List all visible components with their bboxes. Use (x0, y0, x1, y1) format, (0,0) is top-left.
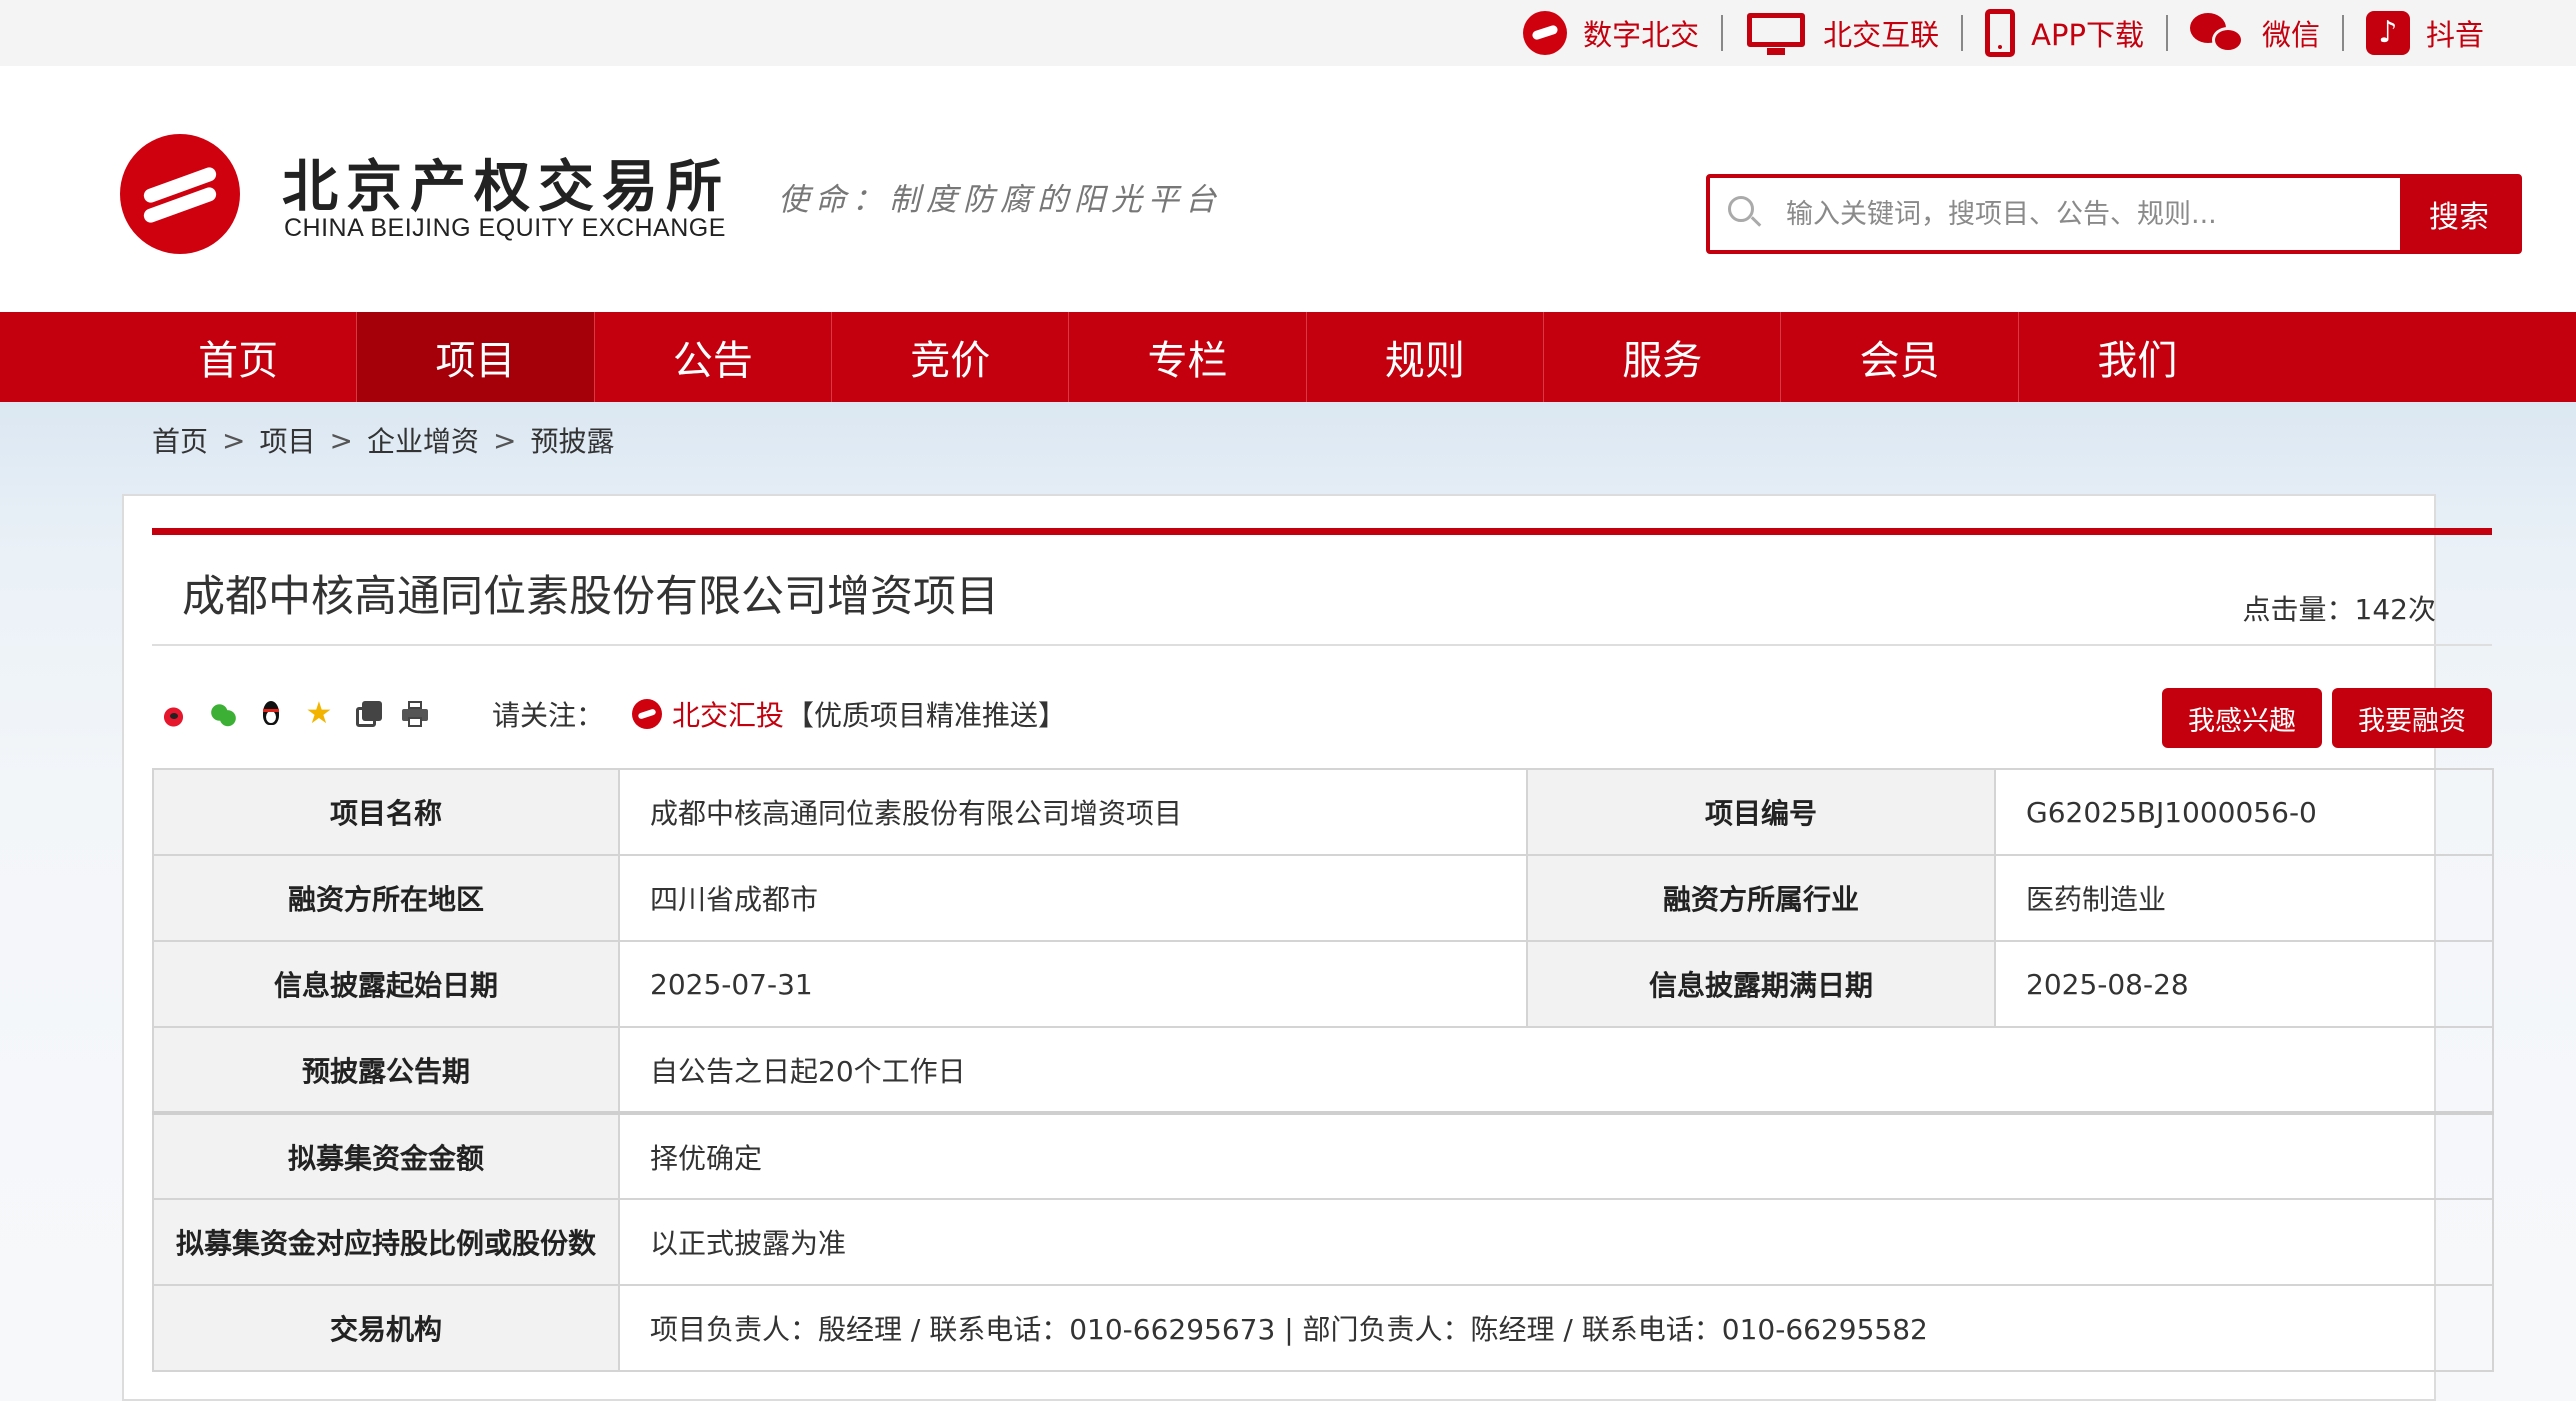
table-row: 信息披露起始日期 2025-07-31 信息披露期满日期 2025-08-28 (152, 940, 2494, 1028)
top-link-label: 数字北交 (1583, 18, 1700, 52)
industry-value: 医药制造业 (1994, 854, 2494, 942)
search-input-wrap (1710, 178, 2400, 250)
top-link-app-download[interactable]: APP下载 (1963, 9, 2166, 57)
table-row: 预披露公告期 自公告之日起20个工作日 (152, 1026, 2494, 1114)
top-link-douyin[interactable]: ♪ 抖音 (2344, 11, 2506, 55)
douyin-icon: ♪ (2365, 11, 2410, 55)
breadcrumb-separator: > (492, 423, 517, 457)
pre-disclosure-period-label: 预披露公告期 (152, 1026, 620, 1114)
table-row: 交易机构 项目负责人：殷经理 / 联系电话：010-66295673 | 部门负… (152, 1284, 2494, 1372)
slogan: 使命：制度防腐的阳光平台 (778, 182, 1222, 218)
print-icon[interactable] (400, 699, 430, 729)
fundraising-amount-value: 择优确定 (618, 1111, 2494, 1200)
top-link-wechat[interactable]: 微信 (2168, 11, 2342, 55)
shareholding-ratio-label: 拟募集资金对应持股比例或股份数 (152, 1198, 620, 1286)
search-button[interactable]: 搜索 (2400, 178, 2518, 250)
breadcrumb-separator: > (329, 423, 353, 457)
nav-item-rules[interactable]: 规则 (1307, 312, 1545, 402)
project-no-label: 项目编号 (1526, 768, 1996, 856)
top-link-cbex-connect[interactable]: 北交互联 (1723, 11, 1961, 55)
favorite-star-icon[interactable]: ★ (304, 699, 334, 729)
search-input[interactable] (1786, 192, 2386, 236)
pre-disclosure-period-value: 自公告之日起20个工作日 (618, 1026, 2494, 1114)
qq-icon[interactable] (256, 699, 286, 729)
top-link-label: 抖音 (2425, 18, 2484, 52)
top-link-label: APP下载 (2031, 18, 2144, 52)
wechat-icon[interactable] (208, 699, 238, 729)
disclosure-end-value: 2025-08-28 (1994, 940, 2494, 1028)
search-icon (1728, 196, 1762, 230)
top-links: 数字北交 北交互联 APP下载 微信 ♪ 抖音 (1501, 0, 2506, 66)
project-info-table: 项目名称 成都中核高通同位素股份有限公司增资项目 项目编号 G62025BJ10… (152, 768, 2494, 1372)
click-count: 点击量：142次 (2242, 593, 2436, 626)
breadcrumb-pre-disclosure: 预披露 (530, 425, 615, 458)
table-row: 拟募集资金对应持股比例或股份数 以正式披露为准 (152, 1198, 2494, 1286)
title-accent-bar (152, 528, 2492, 535)
disclosure-start-label: 信息披露起始日期 (152, 940, 620, 1028)
top-link-digital-cbex[interactable]: 数字北交 (1501, 11, 1721, 55)
disclosure-end-label: 信息披露期满日期 (1526, 940, 1996, 1028)
top-link-label: 北交互联 (1823, 18, 1940, 52)
breadcrumb: 首页 > 项目 > 企业增资 > 预披露 (152, 420, 614, 460)
main-nav: 首页 项目 公告 竞价 专栏 规则 服务 会员 我们 (0, 312, 2576, 402)
top-link-label: 微信 (2261, 18, 2320, 52)
nav-item-announcements[interactable]: 公告 (595, 312, 833, 402)
fundraising-amount-label: 拟募集资金金额 (152, 1111, 620, 1200)
table-row: 拟募集资金金额 择优确定 (152, 1111, 2494, 1200)
nav-item-columns[interactable]: 专栏 (1069, 312, 1307, 402)
industry-label: 融资方所属行业 (1526, 854, 1996, 942)
breadcrumb-separator: > (222, 423, 246, 457)
logo-english-name[interactable]: CHINA BEIJING EQUITY EXCHANGE (284, 214, 726, 243)
nav-item-services[interactable]: 服务 (1544, 312, 1782, 402)
monitor-icon (1745, 11, 1807, 55)
nav-item-bidding[interactable]: 竞价 (832, 312, 1070, 402)
region-label: 融资方所在地区 (152, 854, 620, 942)
cbex-logo-icon (1523, 11, 1568, 55)
shareholding-ratio-value: 以正式披露为准 (618, 1198, 2494, 1286)
interested-button[interactable]: 我感兴趣 (2162, 688, 2322, 748)
project-name-label: 项目名称 (152, 768, 620, 856)
nav-item-members[interactable]: 会员 (1781, 312, 2019, 402)
cbex-logo-icon (632, 699, 663, 729)
divider (152, 644, 2492, 646)
nav-item-home[interactable]: 首页 (120, 312, 358, 402)
follow-link-beijiao-huitou[interactable]: 北交汇投 (672, 694, 784, 734)
breadcrumb-projects[interactable]: 项目 (259, 420, 315, 460)
region-value: 四川省成都市 (618, 854, 1528, 942)
top-utility-bar: 数字北交 北交互联 APP下载 微信 ♪ 抖音 (0, 0, 2576, 66)
apply-financing-button[interactable]: 我要融资 (2332, 688, 2492, 748)
trading-agency-value: 项目负责人：殷经理 / 联系电话：010-66295673 | 部门负责人：陈经… (618, 1284, 2494, 1372)
site-header: 北京产权交易所 CHINA BEIJING EQUITY EXCHANGE 使命… (0, 66, 2576, 312)
search-bar: 搜索 (1706, 174, 2522, 254)
mobile-phone-icon (1985, 9, 2016, 57)
breadcrumb-capital-increase[interactable]: 企业增资 (367, 420, 479, 460)
project-no-value: G62025BJ1000056-0 (1994, 768, 2494, 856)
follow-tag: 【优质项目精准推送】 (786, 699, 1067, 732)
table-row: 项目名称 成都中核高通同位素股份有限公司增资项目 项目编号 G62025BJ10… (152, 768, 2494, 856)
share-toolbar: ★ 请关注： 北交汇投 【优质项目精准推送】 (160, 694, 1066, 734)
trading-agency-label: 交易机构 (152, 1284, 620, 1372)
weibo-icon[interactable] (160, 699, 190, 729)
logo-chinese-name[interactable]: 北京产权交易所 (282, 142, 730, 223)
disclosure-start-value: 2025-07-31 (618, 940, 1528, 1028)
wechat-icon (2189, 11, 2246, 55)
cbex-logo-icon[interactable] (120, 134, 240, 254)
follow-label: 请关注： (492, 699, 605, 732)
copy-link-icon[interactable] (352, 699, 382, 729)
table-row: 融资方所在地区 四川省成都市 融资方所属行业 医药制造业 (152, 854, 2494, 942)
nav-item-projects[interactable]: 项目 (357, 312, 595, 402)
nav-item-about-us[interactable]: 我们 (2019, 312, 2256, 402)
breadcrumb-home[interactable]: 首页 (152, 420, 208, 460)
page-title: 成都中核高通同位素股份有限公司增资项目 (182, 572, 999, 622)
project-name-value: 成都中核高通同位素股份有限公司增资项目 (618, 768, 1528, 856)
